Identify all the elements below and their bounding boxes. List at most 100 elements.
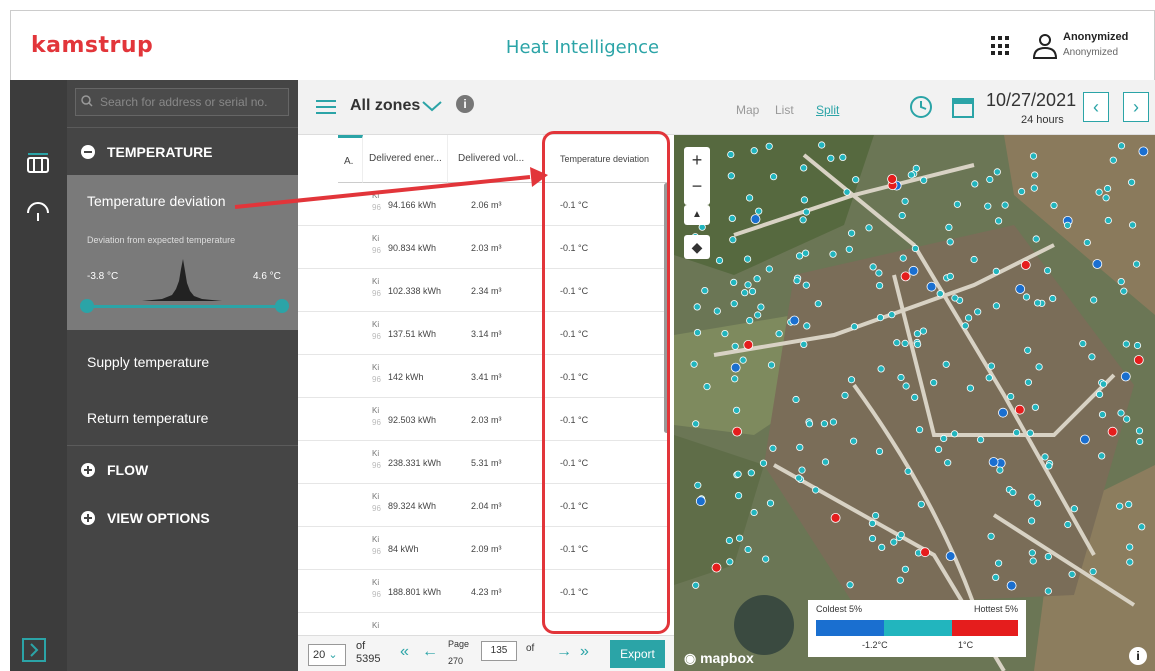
meter-marker[interactable] [994,217,1003,225]
meter-marker[interactable] [715,256,724,265]
next-page-button[interactable]: → [556,643,572,661]
meter-marker[interactable] [987,532,995,540]
meter-marker[interactable] [692,420,700,428]
meter-marker[interactable] [789,315,800,326]
last-page-button[interactable]: » [580,643,589,661]
meter-marker[interactable] [800,164,808,172]
meter-marker[interactable] [888,311,896,319]
meter-marker[interactable] [852,176,860,184]
meter-marker[interactable] [934,445,943,453]
meter-marker[interactable] [727,172,735,180]
meter-marker[interactable] [946,272,954,280]
meter-marker[interactable] [974,308,982,316]
meter-marker[interactable] [754,311,762,319]
meter-marker[interactable] [1041,453,1049,461]
tab-list[interactable]: List [775,103,794,117]
meter-marker[interactable] [897,373,905,382]
meter-marker[interactable] [1024,346,1032,354]
meter-marker[interactable] [1109,156,1117,164]
meter-marker[interactable] [877,365,885,373]
apps-grid-icon[interactable] [991,36,1011,56]
clock-icon[interactable] [908,94,934,120]
meter-marker[interactable] [820,420,828,428]
meter-marker[interactable] [996,466,1004,474]
calendar-icon[interactable] [950,94,976,120]
meter-marker[interactable] [1103,184,1112,193]
meter-marker[interactable] [695,496,706,507]
meter-marker[interactable] [1102,194,1110,202]
meter-marker[interactable] [739,356,747,364]
user-name[interactable]: Anonymized [1063,31,1128,43]
layer-item-supply-temperature[interactable]: Supply temperature [87,354,209,370]
meter-marker[interactable] [1132,260,1141,268]
zoom-in-button[interactable]: + [684,147,710,173]
meter-marker[interactable] [950,430,959,438]
meter-marker[interactable] [727,150,735,159]
meter-marker[interactable] [796,252,804,260]
meter-marker[interactable] [992,267,1000,275]
meter-marker[interactable] [945,551,956,562]
meter-marker[interactable] [914,340,922,348]
user-icon[interactable] [1031,31,1059,61]
meter-marker[interactable] [746,194,754,202]
meter-marker[interactable] [998,407,1008,418]
meter-marker[interactable] [1117,278,1125,286]
meter-marker[interactable] [802,249,810,257]
meter-marker[interactable] [911,244,919,253]
meter-marker[interactable] [798,466,806,474]
view-options-section-header[interactable]: VIEW OPTIONS [67,496,298,540]
meter-marker[interactable] [1049,294,1057,303]
meter-marker[interactable] [829,250,837,258]
meter-marker[interactable] [936,290,944,298]
meter-marker[interactable] [1027,517,1036,525]
meter-marker[interactable] [1044,552,1052,561]
meter-marker[interactable] [747,469,755,477]
meter-marker[interactable] [1050,201,1058,210]
meter-marker[interactable] [731,342,739,350]
meter-marker[interactable] [796,443,804,451]
meter-marker[interactable] [829,418,837,426]
meter-marker[interactable] [946,238,954,246]
meter-marker[interactable] [872,511,880,520]
meter-marker[interactable] [766,499,775,507]
meter-marker[interactable] [1007,392,1015,401]
meter-marker[interactable] [876,314,884,322]
flow-section-header[interactable]: FLOW [67,448,298,492]
meter-marker[interactable] [907,171,915,179]
meter-marker[interactable] [869,263,877,271]
meter-marker[interactable] [793,277,801,285]
meter-marker[interactable] [1107,426,1118,437]
meter-marker[interactable] [899,254,907,262]
meter-marker[interactable] [1128,221,1137,229]
meter-marker[interactable] [1014,404,1025,415]
meter-marker[interactable] [734,491,743,500]
meter-marker[interactable] [1006,580,1017,591]
meter-marker[interactable] [730,278,738,286]
meter-marker[interactable] [818,141,826,149]
meter-marker[interactable] [920,176,928,184]
meter-marker[interactable] [757,303,765,311]
meter-marker[interactable] [732,426,742,437]
meter-marker[interactable] [987,362,995,370]
meter-marker[interactable] [792,395,800,404]
meter-marker[interactable] [917,500,925,508]
meter-marker[interactable] [1116,502,1124,510]
meter-marker[interactable] [750,508,758,517]
meter-marker[interactable] [748,287,757,295]
meter-marker[interactable] [755,207,763,215]
meter-marker[interactable] [926,281,937,292]
chevron-down-icon[interactable] [420,98,444,114]
meter-marker[interactable] [1117,142,1126,150]
meter-marker[interactable] [732,406,741,414]
meter-marker[interactable] [770,173,778,181]
meter-marker[interactable] [1001,201,1009,209]
meter-marker[interactable] [908,265,919,276]
meter-marker[interactable] [744,545,752,554]
meter-marker[interactable] [843,188,851,196]
meter-marker[interactable] [1120,287,1128,295]
meter-marker[interactable] [802,281,810,289]
meter-marker[interactable] [1135,427,1144,435]
meter-marker[interactable] [769,444,777,452]
meter-marker[interactable] [1017,187,1026,196]
meter-marker[interactable] [1029,152,1038,160]
